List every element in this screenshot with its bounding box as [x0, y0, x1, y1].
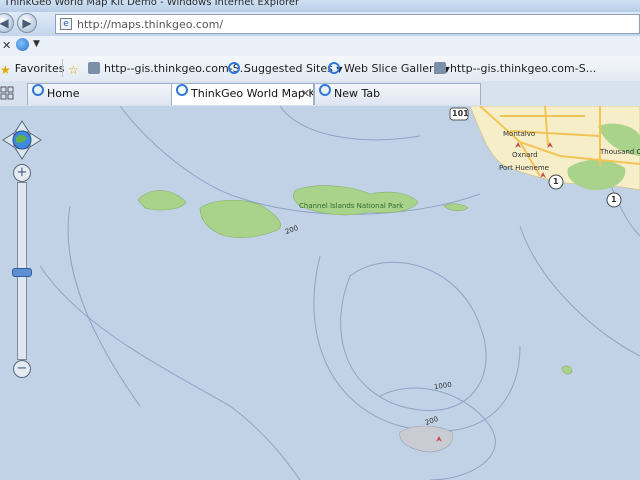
window-title: ThinkGeo World Map Kit Demo - Windows In…	[4, 0, 300, 8]
zoom-out-button[interactable]: −	[13, 360, 31, 378]
park-label: Channel Islands National Park	[299, 202, 404, 210]
favorites-button[interactable]: ★ Favorites	[0, 62, 65, 77]
page-icon: e	[60, 18, 72, 30]
tab-label: Home	[47, 87, 80, 100]
forward-button[interactable]: ▶	[17, 13, 37, 33]
tab-label: New Tab	[334, 87, 381, 100]
map-canvas[interactable]	[0, 106, 640, 480]
chevron-down-icon[interactable]: ▼	[33, 39, 40, 49]
zoom-slider-handle[interactable]	[12, 268, 32, 277]
island-san-nicolas	[399, 425, 454, 453]
window-titlebar: ThinkGeo World Map Kit Demo - Windows In…	[0, 0, 640, 12]
favorite-link-label: http--gis.thinkgeo.com-S...	[450, 62, 597, 75]
favorite-link[interactable]: http--gis.thinkgeo.com-S...	[88, 62, 250, 75]
quick-tabs-icon[interactable]	[0, 86, 14, 100]
tab-new[interactable]: New Tab	[314, 83, 481, 105]
ie-icon	[328, 62, 340, 74]
back-button[interactable]: ◀	[0, 13, 14, 33]
tab-home[interactable]: Home	[27, 83, 172, 105]
island-small	[443, 203, 469, 212]
star-icon: ★	[0, 63, 11, 77]
favorites-bar: ★ Favorites ☆ http--gis.thinkgeo.com-S...…	[0, 56, 640, 82]
pan-control[interactable]	[2, 120, 42, 160]
tab-thinkgeo[interactable]: ThinkGeo World Map Ki... ✕	[171, 83, 314, 105]
zoom-control[interactable]: + −	[12, 164, 32, 378]
highway-label: 1	[611, 195, 617, 204]
navigation-row: ◀ ▶ e http://maps.thinkgeo.com/	[0, 12, 640, 36]
island-santa-cruz	[293, 185, 419, 216]
address-url[interactable]: http://maps.thinkgeo.com/	[77, 18, 223, 31]
ie-icon	[176, 84, 188, 96]
page-icon	[434, 62, 446, 74]
forward-arrow-icon: ▶	[22, 16, 32, 30]
tab-label: ThinkGeo World Map Ki...	[191, 87, 313, 100]
favorite-link[interactable]: http--gis.thinkgeo.com-S...	[434, 62, 596, 75]
highway-label: 101	[452, 109, 469, 118]
city-label: Montalvo	[503, 130, 536, 138]
city-label: Port Hueneme	[499, 164, 549, 172]
ie-icon	[319, 84, 331, 96]
island-anacapa	[137, 190, 187, 211]
tab-row: Home ThinkGeo World Map Ki... ✕ New Tab	[0, 81, 640, 107]
airport-icons	[436, 142, 553, 442]
highway-label: 1	[553, 177, 559, 186]
add-favorite-icon: ☆	[68, 63, 79, 77]
close-icon[interactable]: ✕	[2, 39, 11, 52]
city-label: Oxnard	[512, 151, 538, 159]
favorites-divider	[62, 59, 63, 77]
page-icon	[88, 62, 100, 74]
ie-icon	[32, 84, 44, 96]
web-slice-gallery-label: Web Slice Gallery	[344, 62, 441, 75]
quick-tabs-grid	[0, 86, 14, 100]
close-tab-icon[interactable]: ✕	[301, 87, 310, 100]
favorites-label: Favorites	[14, 62, 65, 75]
suggested-sites-label: Suggested Sites	[244, 62, 333, 75]
pan-arrows-icon	[2, 120, 42, 160]
web-slice-gallery-button[interactable]: Web Slice Gallery ▼	[328, 62, 450, 75]
city-label: Thousand Oak	[600, 148, 640, 156]
address-bar[interactable]: e http://maps.thinkgeo.com/	[55, 14, 640, 34]
suggested-sites-button[interactable]: Suggested Sites ▼	[228, 62, 342, 75]
add-favorite-button[interactable]: ☆	[68, 62, 83, 77]
back-arrow-icon: ◀	[0, 16, 9, 30]
globe-icon[interactable]	[16, 38, 29, 51]
map-view[interactable]: Channel Islands National Park 200 1000 2…	[0, 106, 640, 480]
ie-icon	[228, 62, 240, 74]
island-small	[561, 365, 573, 375]
command-row: ✕ ▼	[0, 36, 640, 57]
zoom-in-button[interactable]: +	[13, 164, 31, 182]
